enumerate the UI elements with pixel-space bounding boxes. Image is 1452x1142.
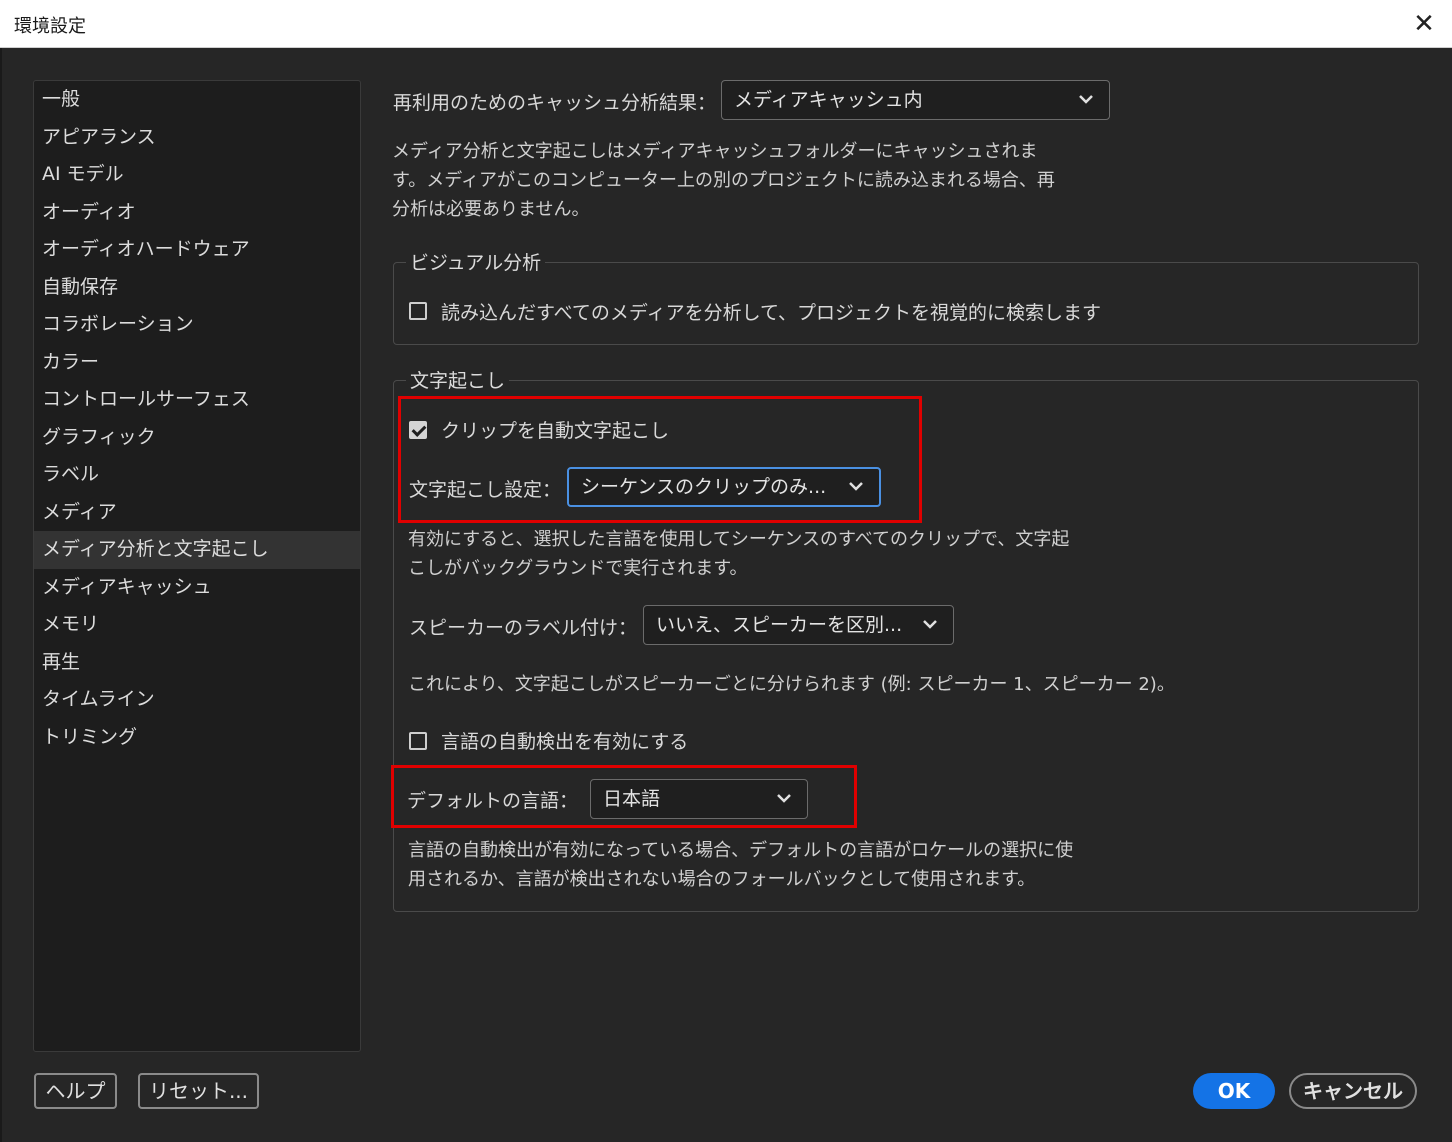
cache-label: 再利用のためのキャッシュ分析結果： — [393, 92, 717, 114]
speaker-description: これにより、文字起こしがスピーカーごとに分けられます (例: スピーカー 1、ス… — [408, 674, 1175, 695]
sidebar-item[interactable]: カラー — [34, 344, 360, 382]
sidebar-item[interactable]: 自動保存 — [34, 269, 360, 307]
title-bar: 環境設定 ✕ — [0, 0, 1452, 48]
sidebar-item[interactable]: 再生 — [34, 644, 360, 682]
highlight-box-default-language — [391, 765, 857, 828]
sidebar-item[interactable]: アピアランス — [34, 119, 360, 157]
cache-description: メディア分析と文字起こしはメディアキャッシュフォルダーにキャッシュされま す。メ… — [392, 141, 1055, 220]
transcription-legend: 文字起こし — [406, 366, 510, 393]
sidebar-item[interactable]: グラフィック — [34, 419, 360, 457]
sidebar-item[interactable]: トリミング — [34, 719, 360, 757]
visual-analysis-legend: ビジュアル分析 — [406, 248, 546, 275]
sidebar-item[interactable]: ラベル — [34, 456, 360, 494]
highlight-box-auto-transcribe — [398, 396, 922, 523]
sidebar-item[interactable]: コラボレーション — [34, 306, 360, 344]
chevron-down-icon — [923, 620, 937, 629]
cache-dropdown-value: メディアキャッシュ内 — [734, 89, 923, 111]
sidebar-item[interactable]: メディアキャッシュ — [34, 569, 360, 607]
close-icon[interactable]: ✕ — [1408, 8, 1440, 40]
auto-detect-language-checkbox[interactable] — [409, 732, 427, 750]
sidebar-item[interactable]: AI モデル — [34, 156, 360, 194]
sidebar-item[interactable]: メモリ — [34, 606, 360, 644]
sidebar-item[interactable]: オーディオハードウェア — [34, 231, 360, 269]
speaker-labeling-value: いいえ、スピーカーを区別... — [656, 614, 903, 636]
cancel-button[interactable]: キャンセル — [1289, 1073, 1417, 1109]
sidebar-item[interactable]: タイムライン — [34, 681, 360, 719]
window-title: 環境設定 — [14, 16, 86, 37]
speaker-label: スピーカーのラベル付け： — [409, 617, 638, 639]
chevron-down-icon — [1079, 95, 1093, 104]
speaker-labeling-dropdown[interactable]: いいえ、スピーカーを区別... — [643, 605, 954, 645]
visual-analysis-checkbox-label: 読み込んだすべてのメディアを分析して、プロジェクトを視覚的に検索します — [441, 302, 1102, 324]
sidebar: 一般 アピアランス AI モデル オーディオ オーディオハードウェア 自動保存 コラボレーシ… — [33, 80, 361, 1052]
sidebar-item[interactable]: コントロールサーフェス — [34, 381, 360, 419]
transcription-settings-description: 有効にすると、選択した言語を使用してシーケンスのすべてのクリップで、文字起 こし… — [408, 529, 1070, 579]
cache-dropdown[interactable]: メディアキャッシュ内 — [721, 80, 1110, 120]
ok-button[interactable]: OK — [1193, 1073, 1275, 1109]
visual-analysis-checkbox[interactable] — [409, 302, 427, 320]
auto-detect-language-label: 言語の自動検出を有効にする — [441, 731, 689, 753]
sidebar-item[interactable]: メディア分析と文字起こし — [34, 531, 360, 569]
help-button[interactable]: ヘルプ — [34, 1073, 117, 1109]
sidebar-item[interactable]: オーディオ — [34, 194, 360, 232]
sidebar-item[interactable]: メディア — [34, 494, 360, 532]
reset-button[interactable]: リセット... — [138, 1073, 259, 1109]
sidebar-item[interactable]: 一般 — [34, 81, 360, 119]
sidebar-list: 一般 アピアランス AI モデル オーディオ オーディオハードウェア 自動保存 コラボレーシ… — [34, 81, 360, 756]
default-language-description: 言語の自動検出が有効になっている場合、デフォルトの言語がロケールの選択に使 用さ… — [408, 840, 1074, 890]
